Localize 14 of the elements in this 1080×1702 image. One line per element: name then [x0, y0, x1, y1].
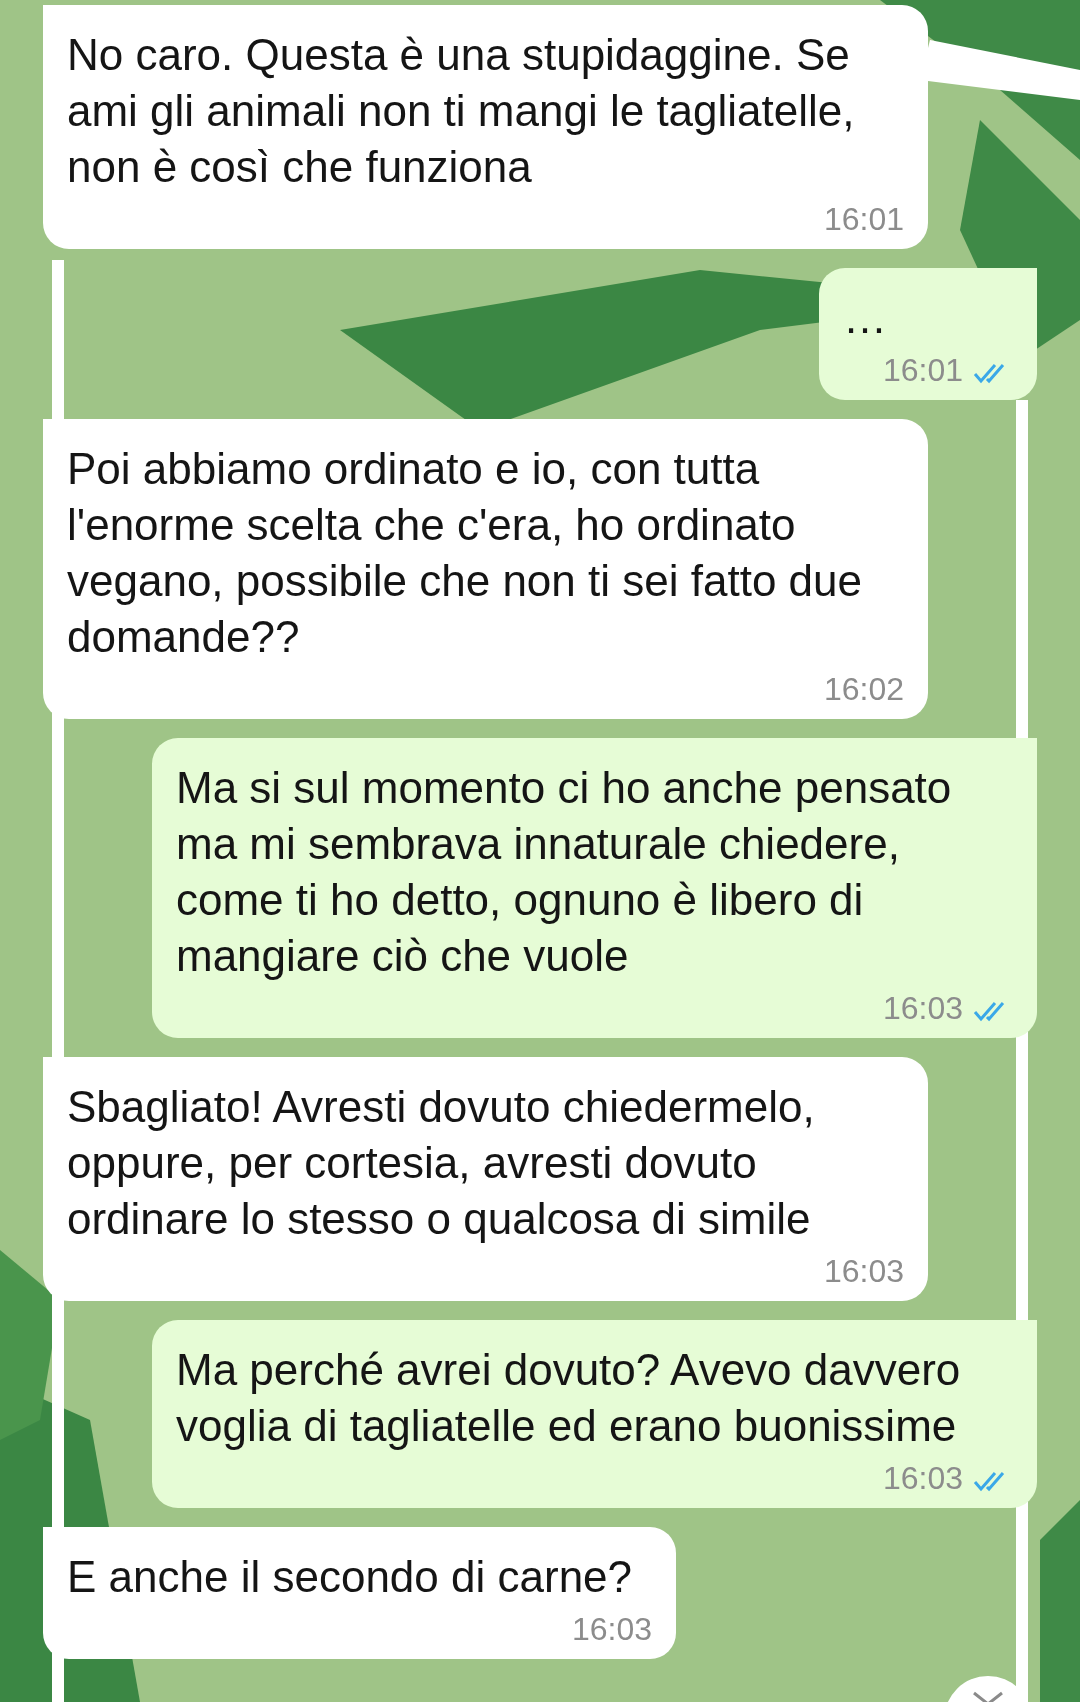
message-time: 16:03 [823, 1253, 904, 1289]
message-time: 16:03 [882, 990, 963, 1026]
message-text: Sbagliato! Avresti dovuto chiedermelo, oppure, per cortesia, avresti dovuto ordinare lo stesso o qualcosa di simile [67, 1081, 816, 1245]
message-time: 16:01 [823, 201, 904, 237]
message-text: … [842, 292, 888, 344]
message-time: 16:02 [823, 671, 904, 707]
message-text: Poi abbiamo ordinato e io, con tutta l'enorme scelta che c'era, ho ordinato vegano, possibile che non ti sei fatto due domande?? [67, 443, 863, 663]
message-time: 16:03 [882, 1460, 963, 1496]
message-text: No caro. Questa è una stupidaggine. Se ami gli animali non ti mangi le tagliatelle, non è così che funziona [67, 29, 856, 193]
message-text: E anche il secondo di carne? [67, 1551, 633, 1603]
message-time: 16:03 [571, 1611, 653, 1647]
message-text: Ma si sul momento ci ho anche pensato ma mi sembrava innaturale chiedere, come ti ho detto, ognuno è libero di mangiare ciò che vuole [176, 762, 953, 982]
message-time: 16:01 [882, 352, 963, 388]
message-text: Ma perché avrei dovuto? Avevo davvero voglia di tagliatelle ed erano buonissime [176, 1344, 962, 1452]
